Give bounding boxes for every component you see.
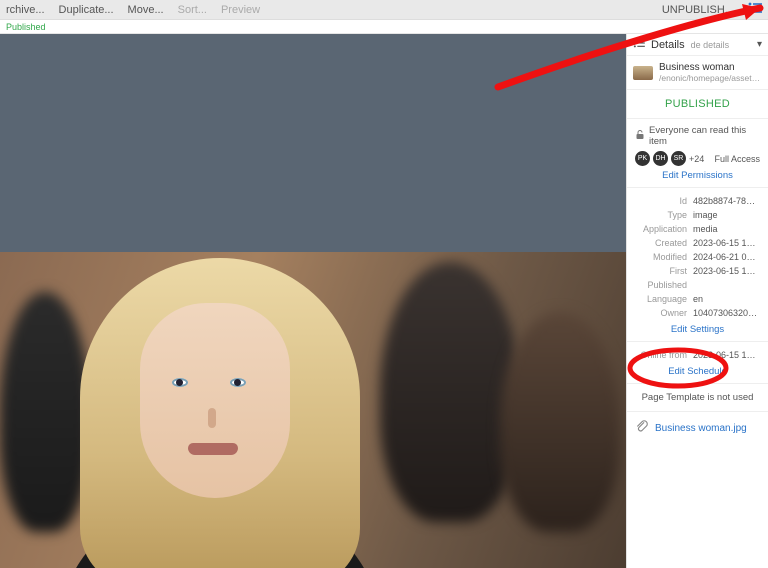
prop-value: 2023-06-15 15:16:18: [693, 236, 760, 250]
status-label: Published: [6, 22, 46, 32]
full-access-label: Full Access: [714, 154, 760, 164]
details-header: Details de details ▾: [627, 34, 768, 56]
prop-key: Modified: [635, 250, 693, 264]
prop-key: Owner: [635, 306, 693, 320]
online-block: Online from2023-06-15 15:17:53 Edit Sche…: [627, 342, 768, 384]
prop-key: Type: [635, 208, 693, 222]
details-title: Details: [651, 39, 685, 51]
avatar: PK: [635, 151, 650, 166]
lock-open-icon: [635, 130, 645, 143]
avatar: DH: [653, 151, 668, 166]
bullet-list-icon: [633, 38, 645, 51]
duplicate-button[interactable]: Duplicate...: [59, 4, 114, 16]
prop-value: 482b8874-7818-4dc5-83...: [693, 194, 760, 208]
attachment-row: Business woman.jpg: [627, 412, 768, 445]
prop-key: First Published: [635, 264, 693, 292]
avatar: SR: [671, 151, 686, 166]
preview-button: Preview: [221, 4, 260, 16]
prop-value: 2023-06-15 15:17:53: [693, 348, 760, 362]
avatar-more: +24: [689, 154, 704, 164]
preview-area: [0, 34, 626, 568]
page-template-info: Page Template is not used: [627, 384, 768, 412]
prop-key: Created: [635, 236, 693, 250]
details-panel: Details de details ▾ Business woman /eno…: [626, 34, 768, 568]
details-caret-icon[interactable]: ▾: [757, 39, 762, 50]
prop-value: en: [693, 292, 703, 306]
paperclip-icon: [635, 420, 649, 437]
prop-key: Id: [635, 194, 693, 208]
prop-value: 2024-06-21 09:29:25: [693, 250, 760, 264]
prop-value: 2023-06-15 15:17:53: [693, 264, 760, 292]
prop-value: media: [693, 222, 718, 236]
prop-value: 104073063204626424205: [693, 306, 760, 320]
access-block: Everyone can read this item PK DH SR +24…: [627, 119, 768, 188]
archive-button[interactable]: rchive...: [6, 4, 45, 16]
prop-key: Application: [635, 222, 693, 236]
attachment-link[interactable]: Business woman.jpg: [655, 423, 747, 434]
asset-name: Business woman: [659, 62, 762, 73]
move-button[interactable]: Move...: [128, 4, 164, 16]
toolbar: rchive... Duplicate... Move... Sort... P…: [0, 0, 768, 20]
unpublish-button[interactable]: UNPUBLISH...: [662, 4, 734, 16]
asset-row: Business woman /enonic/homepage/assets/B…: [627, 56, 768, 90]
hide-details-link[interactable]: de details: [691, 40, 730, 50]
sort-button: Sort...: [178, 4, 207, 16]
status-strip: Published: [0, 20, 768, 34]
edit-permissions-link[interactable]: Edit Permissions: [635, 170, 760, 181]
edit-settings-link[interactable]: Edit Settings: [635, 324, 760, 335]
asset-path: /enonic/homepage/assets/Busi...: [659, 73, 762, 83]
prop-key: Language: [635, 292, 693, 306]
preview-image: [0, 252, 626, 568]
panel-toggle-icon[interactable]: [748, 2, 762, 17]
props-block: Id482b8874-7818-4dc5-83... Typeimage App…: [627, 188, 768, 342]
prop-value: image: [693, 208, 718, 222]
publish-status: PUBLISHED: [627, 90, 768, 119]
content-row: Details de details ▾ Business woman /eno…: [0, 34, 768, 568]
access-text: Everyone can read this item: [649, 125, 760, 147]
asset-thumbnail: [633, 66, 653, 80]
edit-schedule-link[interactable]: Edit Schedule: [635, 366, 760, 377]
prop-key: Online from: [635, 348, 693, 362]
